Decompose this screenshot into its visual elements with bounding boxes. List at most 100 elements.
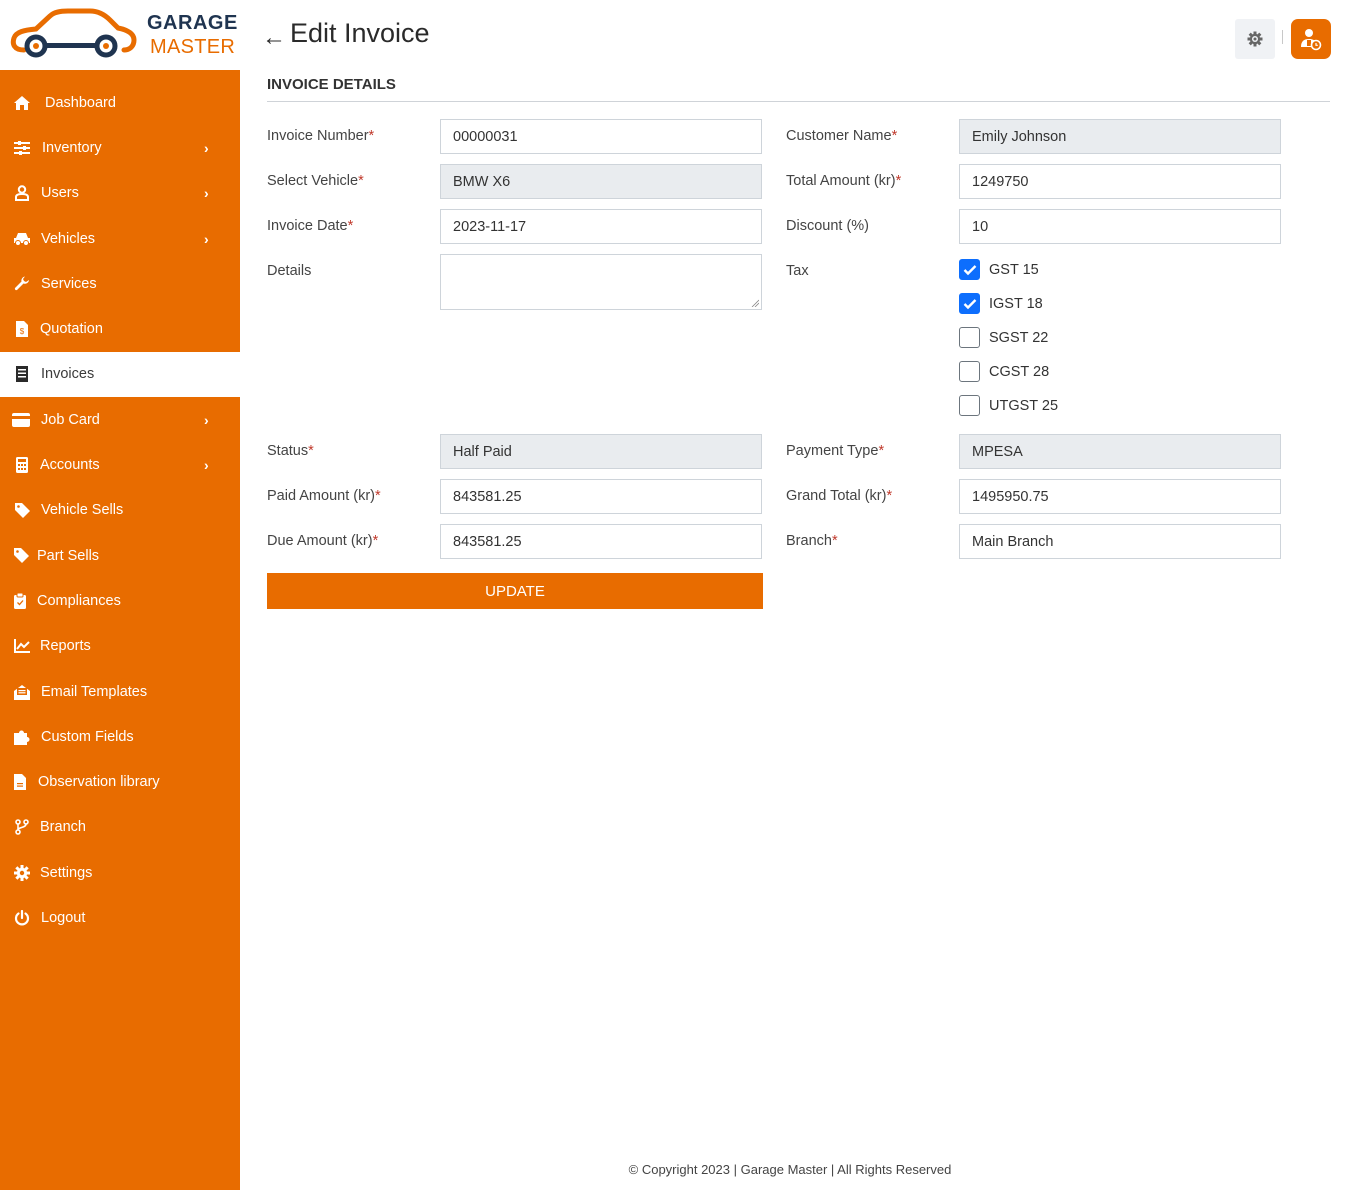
code-branch-icon	[13, 818, 31, 836]
sidebar-item-settings[interactable]: Settings	[0, 850, 240, 895]
status-field[interactable]: Half Paid	[440, 434, 762, 469]
select-vehicle-field[interactable]: BMW X6	[440, 164, 762, 199]
tax-option-label: GST 15	[989, 261, 1039, 278]
calculator-icon	[13, 456, 31, 474]
sidebar-item-vehicle-sells[interactable]: Vehicle Sells	[0, 488, 240, 533]
sidebar-item-label: Quotation	[40, 321, 103, 338]
sidebar-item-quotation[interactable]: $ Quotation	[0, 306, 240, 351]
branch-input[interactable]: Main Branch	[959, 524, 1281, 559]
checkmark-icon	[963, 298, 976, 309]
sidebar-item-label: Compliances	[37, 592, 121, 609]
power-icon	[13, 909, 31, 927]
checkbox-unchecked[interactable]	[959, 395, 980, 416]
sidebar-item-logout[interactable]: Logout	[0, 895, 240, 940]
sidebar-item-reports[interactable]: Reports	[0, 624, 240, 669]
customer-name-label: Customer Name*	[786, 128, 898, 144]
sidebar-item-label: Vehicle Sells	[41, 502, 124, 519]
sidebar-item-inventory[interactable]: Inventory ›	[0, 125, 240, 170]
file-icon	[11, 773, 29, 791]
checkbox-checked[interactable]	[959, 293, 980, 314]
sidebar-item-label: Logout	[41, 909, 86, 926]
chevron-right-icon: ›	[204, 230, 209, 247]
invoice-date-input[interactable]: 2023-11-17	[440, 209, 762, 244]
payment-type-field[interactable]: MPESA	[959, 434, 1281, 469]
invoice-dollar-icon: $	[13, 320, 31, 338]
header-divider	[1282, 30, 1283, 44]
sidebar-item-vehicles[interactable]: Vehicles ›	[0, 216, 240, 261]
details-label: Details	[267, 263, 312, 279]
tax-option-igst[interactable]: IGST 18	[959, 293, 1043, 314]
resize-handle-icon[interactable]	[751, 299, 759, 307]
chevron-right-icon: ›	[204, 139, 209, 156]
user-profile-button[interactable]	[1291, 19, 1331, 59]
clipboard-check-icon	[11, 592, 29, 610]
tax-option-sgst[interactable]: SGST 22	[959, 327, 1048, 348]
checkbox-unchecked[interactable]	[959, 361, 980, 382]
sidebar-item-branch[interactable]: Branch	[0, 805, 240, 850]
total-amount-label: Total Amount (kr)*	[786, 173, 902, 189]
sidebar-item-custom-fields[interactable]: Custom Fields	[0, 714, 240, 759]
tax-option-label: UTGST 25	[989, 397, 1059, 414]
branch-label: Branch*	[786, 533, 838, 549]
checkbox-checked[interactable]	[959, 259, 980, 280]
sidebar-item-compliances[interactable]: Compliances	[0, 578, 240, 623]
chevron-right-icon: ›	[204, 457, 209, 474]
section-title: INVOICE DETAILS	[267, 76, 396, 93]
sidebar-item-label: Dashboard	[45, 94, 116, 111]
sidebar-item-dashboard[interactable]: Dashboard	[0, 80, 240, 125]
sidebar-item-accounts[interactable]: Accounts ›	[0, 442, 240, 487]
car-wrench-logo-icon	[10, 8, 137, 58]
chevron-right-icon: ›	[204, 411, 209, 428]
settings-button[interactable]	[1235, 19, 1275, 59]
sidebar-item-observation-library[interactable]: Observation library	[0, 759, 240, 804]
sidebar-item-services[interactable]: Services	[0, 261, 240, 306]
sidebar-item-invoices[interactable]: Invoices	[0, 351, 240, 398]
sidebar-item-label: Invoices	[41, 366, 95, 383]
receipt-icon	[13, 365, 31, 383]
back-arrow-icon[interactable]: ←	[262, 24, 286, 52]
gear-icon	[1247, 31, 1263, 47]
paid-amount-label: Paid Amount (kr)*	[267, 488, 381, 504]
sidebar-item-label: Custom Fields	[41, 728, 134, 745]
home-icon	[13, 94, 31, 112]
payment-type-label: Payment Type*	[786, 443, 885, 459]
sidebar-item-label: Inventory	[42, 139, 102, 156]
sidebar-item-part-sells[interactable]: Part Sells	[0, 533, 240, 578]
select-vehicle-label: Select Vehicle*	[267, 173, 364, 189]
total-amount-input[interactable]: 1249750	[959, 164, 1281, 199]
tax-option-cgst[interactable]: CGST 28	[959, 361, 1049, 382]
sidebar-item-label: Part Sells	[37, 547, 100, 564]
tax-option-utgst[interactable]: UTGST 25	[959, 395, 1058, 416]
sidebar: GARAGE MASTER Dashboard Inventory › User…	[0, 0, 240, 1190]
due-amount-label: Due Amount (kr)*	[267, 533, 379, 549]
sidebar-item-users[interactable]: Users ›	[0, 171, 240, 216]
user-clock-icon	[1301, 29, 1322, 51]
update-button[interactable]: UPDATE	[267, 573, 763, 609]
svg-text:$: $	[20, 327, 25, 336]
invoice-number-label: Invoice Number*	[267, 128, 375, 144]
sidebar-item-label: Observation library	[38, 774, 160, 791]
tax-option-gst[interactable]: GST 15	[959, 259, 1039, 280]
checkbox-unchecked[interactable]	[959, 327, 980, 348]
discount-input[interactable]: 10	[959, 209, 1281, 244]
tax-option-label: IGST 18	[989, 295, 1043, 312]
grand-total-input[interactable]: 1495950.75	[959, 479, 1281, 514]
sidebar-item-label: Email Templates	[41, 683, 148, 700]
sidebar-item-email-templates[interactable]: Email Templates	[0, 669, 240, 714]
puzzle-icon	[13, 728, 31, 746]
envelope-open-icon	[13, 683, 31, 701]
sidebar-item-label: Job Card	[41, 411, 100, 428]
brand-name-line2: MASTER	[150, 36, 236, 58]
invoice-number-input[interactable]: 00000031	[440, 119, 762, 154]
gear-icon	[13, 864, 31, 882]
sidebar-item-label: Services	[41, 275, 97, 292]
sidebar-item-job-card[interactable]: Job Card ›	[0, 397, 240, 442]
customer-name-field[interactable]: Emily Johnson	[959, 119, 1281, 154]
tag-icon	[12, 547, 30, 565]
logo[interactable]: GARAGE MASTER	[0, 0, 240, 70]
paid-amount-input[interactable]: 843581.25	[440, 479, 762, 514]
details-textarea[interactable]	[440, 254, 762, 310]
footer-copyright: © Copyright 2023 | Garage Master | All R…	[628, 1162, 952, 1177]
wrench-icon	[13, 275, 31, 293]
due-amount-input[interactable]: 843581.25	[440, 524, 762, 559]
